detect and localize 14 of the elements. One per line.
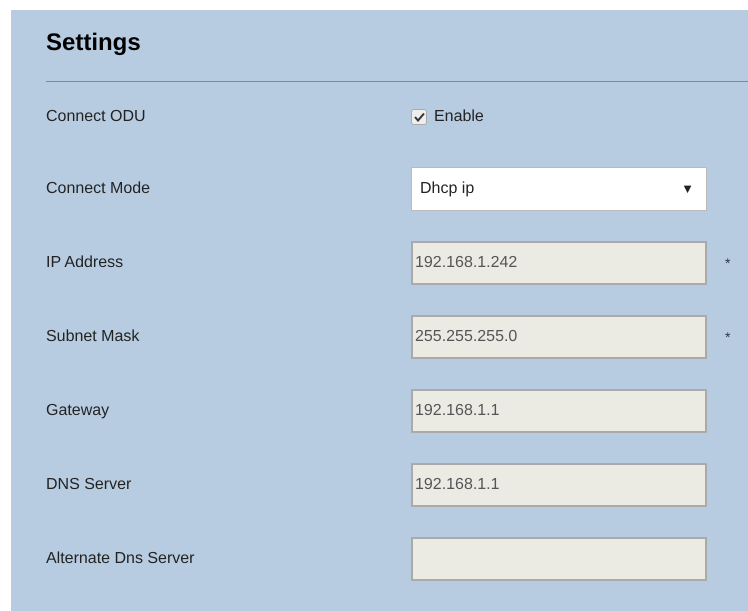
- section-title: Settings: [46, 28, 142, 58]
- field-label: Alternate Dns Server: [46, 549, 196, 569]
- field-label: Connect ODU: [46, 107, 147, 127]
- required-mark: *: [725, 254, 730, 272]
- field-label: Subnet Mask: [46, 327, 140, 347]
- checkbox[interactable]: [411, 109, 427, 125]
- field-label: Gateway: [46, 401, 110, 421]
- check-icon: [414, 112, 424, 122]
- field-label: Connect Mode: [46, 179, 152, 199]
- field-label: DNS Server: [46, 475, 132, 495]
- option-label: Enable: [434, 107, 484, 127]
- required-mark: *: [725, 328, 730, 346]
- mode-dropdown[interactable]: Dhcp ip ▼: [411, 167, 707, 211]
- field-label: IP Address: [46, 253, 124, 273]
